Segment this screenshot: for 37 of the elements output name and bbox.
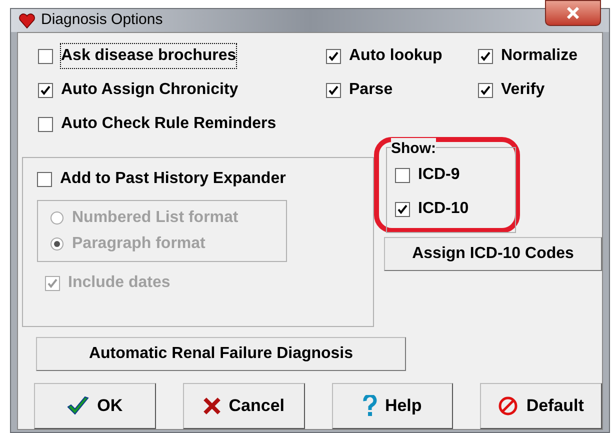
window-title: Diagnosis Options [41, 10, 163, 30]
close-icon [566, 7, 580, 19]
checkbox[interactable] [38, 82, 53, 98]
no-entry-icon [498, 396, 518, 416]
checkbox-label: Auto lookup [349, 46, 442, 66]
checkbox-label: Include dates [68, 273, 170, 293]
dialog-button[interactable]: OK [34, 383, 156, 429]
checkbox-label: Auto Assign Chronicity [61, 80, 238, 100]
checkbox-label: ICD-10 [418, 199, 469, 219]
checkbox-label: Ask disease brochures [61, 44, 236, 68]
checkbox-label: Auto Check Rule Reminders [61, 114, 276, 134]
checkbox[interactable] [478, 82, 493, 98]
dialog-button[interactable]: Default [480, 383, 602, 429]
close-button[interactable] [545, 0, 601, 26]
checkbox[interactable] [478, 48, 493, 64]
checkbox[interactable] [395, 202, 410, 216]
checkbox[interactable] [38, 48, 53, 64]
checkbox-label: ICD-9 [418, 165, 460, 185]
checkbox[interactable] [326, 48, 341, 64]
checkbox[interactable] [38, 116, 53, 132]
radio-label: Numbered List format [72, 208, 238, 228]
dialog-button[interactable]: Cancel [182, 383, 304, 429]
checkmark-icon [67, 396, 90, 416]
question-mark-icon [362, 395, 377, 417]
radio-label: Paragraph format [72, 234, 206, 254]
cross-icon [202, 397, 221, 415]
renal-failure-button[interactable]: Automatic Renal Failure Diagnosis [36, 337, 406, 371]
dialog-button[interactable]: Help [332, 383, 454, 429]
heart-icon [19, 12, 35, 28]
checkbox-label: Parse [349, 80, 393, 100]
checkbox-label: Add to Past History Expander [60, 169, 286, 189]
checkbox[interactable] [37, 172, 52, 186]
checkbox-label: Normalize [501, 46, 578, 66]
assign-codes-button[interactable]: Assign ICD-10 Codes [384, 237, 602, 271]
checkbox[interactable] [395, 168, 410, 182]
checkbox-label: Verify [501, 80, 545, 100]
checkbox[interactable] [326, 82, 341, 98]
